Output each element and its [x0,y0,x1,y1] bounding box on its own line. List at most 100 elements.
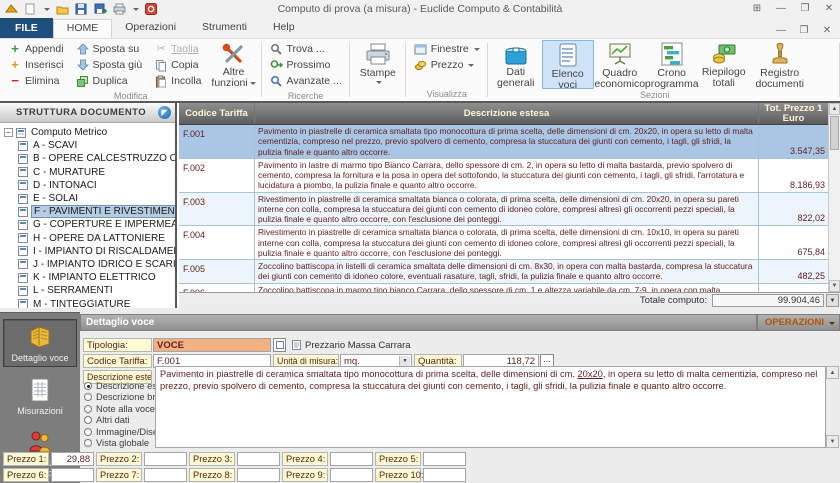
riepilogo-totali-button[interactable]: Riepilogo totali [698,40,750,89]
tab-file[interactable]: FILE [0,18,53,38]
crono-programma-button[interactable]: Crono programma [646,40,698,89]
table-row[interactable]: F.004 Rivestimento in piastrelle di cera… [179,226,828,260]
prezzo-button[interactable]: Prezzo [410,57,484,73]
elimina-button[interactable]: −Elimina [4,73,68,89]
pin-icon[interactable]: ◤ [158,106,171,119]
tree-item-l[interactable]: L - SERRAMENTI [4,284,175,297]
stampe-button[interactable]: Stampe [352,40,404,89]
sposta-su-button[interactable]: Sposta su [72,41,147,57]
mdi-close-icon[interactable]: ✕ [820,24,834,38]
exit-icon[interactable] [144,3,158,16]
appendi-button[interactable]: +Appendi [4,41,68,57]
table-row[interactable]: F.002 Pavimento in lastre di marmo tipo … [179,159,828,193]
prezzo-field[interactable] [423,468,466,482]
paste-icon [154,74,168,88]
trova-button[interactable]: Trova ... [266,41,346,57]
restore-icon[interactable]: ❐ [798,2,812,16]
descrizione-scrollbar[interactable]: ▲ ▼ [826,366,839,448]
ribbon-options-icon[interactable]: ⊞ [750,2,764,16]
tree-item-e[interactable]: E - SOLAI [4,192,175,205]
table-row[interactable]: F.001 Pavimento in piastrelle di ceramic… [179,125,828,159]
nav-misurazioni[interactable]: Misurazioni [3,373,77,419]
structure-panel: STRUTTURA DOCUMENTO ◤ − Computo Metrico … [0,103,177,308]
altre-funzioni-button[interactable]: Altre funzioni [208,40,260,89]
tab-home[interactable]: HOME [53,19,113,38]
save-icon[interactable] [74,3,88,16]
finestre-button[interactable]: Finestre [410,41,484,57]
prezzo-field[interactable] [330,468,373,482]
column-descrizione-estesa[interactable]: Descrizione estesa [255,103,759,124]
tree-item-c[interactable]: C - MURATURE [4,166,175,179]
unita-dropdown-icon[interactable]: ▼ [399,356,410,366]
grid-scrollbar[interactable]: ▲ ▼ [828,103,840,292]
mdi-restore-icon[interactable]: ❐ [797,24,811,38]
tree-item-j[interactable]: J - IMPIANTO IDRICO E SCARICO [4,258,175,271]
prezzo-label: Prezzo 4: [282,452,328,466]
new-document-icon[interactable] [23,3,37,16]
scroll-up-icon[interactable]: ▲ [826,366,839,379]
duplica-button[interactable]: Duplica [72,73,147,89]
tree-item-d[interactable]: D - INTONACI [4,179,175,192]
mdi-minimize-icon[interactable]: — [774,24,788,38]
tipologia-field[interactable]: VOCE [153,338,271,352]
avanzate-button[interactable]: Avanzate ... [266,73,346,89]
prezzo-field[interactable] [330,452,373,466]
scroll-up-icon[interactable]: ▲ [829,103,840,115]
tree-root[interactable]: − Computo Metrico [4,126,175,139]
prezzo-field[interactable] [237,452,280,466]
tab-strumenti[interactable]: Strumenti [189,19,260,38]
elenco-voci-button[interactable]: Elenco voci [542,40,594,89]
detail-panel-header: Dettaglio voce [80,314,757,331]
table-row[interactable]: F.003 Rivestimento in piastrelle di cera… [179,193,828,227]
tipologia-browse-button[interactable] [273,338,286,352]
tree-item-g[interactable]: G - COPERTURE E IMPERMEABILIZZA [4,218,175,231]
tree-item-f[interactable]: F - PAVIMENTI E RIVESTIMENTI [4,205,175,218]
find-next-icon [270,58,284,72]
descrizione-textarea[interactable]: Pavimento in piastrelle di ceramica smal… [155,366,826,448]
new-document-caret-icon[interactable] [44,8,50,14]
gantt-icon [661,42,683,66]
inserisci-button[interactable]: +Inserisci [4,57,68,73]
tab-help[interactable]: Help [260,19,308,38]
node-icon [18,259,28,269]
scroll-down-icon[interactable]: ▼ [826,435,839,448]
total-dropdown-icon[interactable]: ▼ [826,294,839,307]
open-folder-icon[interactable] [55,3,69,16]
group-visualizza: Finestre Prezzo Visualizza [406,39,488,101]
tree-item-i[interactable]: I - IMPIANTO DI RISCALDAMENTO [4,245,175,258]
registro-documenti-button[interactable]: Registro documenti [750,40,810,89]
quick-print-icon[interactable] [112,3,126,16]
operations-header[interactable]: OPERAZIONI [757,314,840,331]
sposta-giu-button[interactable]: Sposta giù [72,57,147,73]
scroll-thumb[interactable] [830,116,839,150]
nav-dettaglio-voce[interactable]: Dettaglio voce [3,319,77,367]
quick-print-caret-icon[interactable] [133,8,139,14]
copia-button[interactable]: Copia [150,57,205,73]
close-icon[interactable]: ✕ [822,2,836,16]
table-row[interactable]: F.005 Zoccolino battiscopa in listelli d… [179,260,828,284]
column-codice-tariffa[interactable]: Codice Tariffa [179,103,255,124]
delete-icon: − [8,74,22,88]
prezzo-field[interactable] [144,468,187,482]
tree-item-a[interactable]: A - SCAVI [4,139,175,152]
collapse-icon[interactable]: − [4,128,13,137]
prossimo-button[interactable]: Prossimo [266,57,346,73]
find-advanced-icon [270,74,284,88]
incolla-button[interactable]: Incolla [150,73,205,89]
scroll-down-icon[interactable]: ▼ [829,280,840,292]
prezzo-field[interactable]: 29,88 [51,452,94,466]
prezzo-field[interactable] [423,452,466,466]
save-all-icon[interactable] [93,3,107,16]
minimize-icon[interactable]: — [774,2,788,16]
prezzo-field[interactable] [51,468,94,482]
tree-item-h[interactable]: H - OPERE DA LATTONIERE [4,232,175,245]
quadro-economico-button[interactable]: Quadro economico [594,40,646,89]
tree-item-b[interactable]: B - OPERE CALCESTRUZZO CEMENTIZ [4,152,175,165]
dati-generali-button[interactable]: Dati generali [490,40,542,89]
tab-operazioni[interactable]: Operazioni [112,19,189,38]
prezzo-field[interactable] [144,452,187,466]
tree-item-k[interactable]: K - IMPIANTO ELETTRICO [4,271,175,284]
column-tot-prezzo[interactable]: Tot. Prezzo 1Euro [759,103,828,124]
prezzo-field[interactable] [237,468,280,482]
taglia-button[interactable]: ✂Taglia [150,41,205,57]
